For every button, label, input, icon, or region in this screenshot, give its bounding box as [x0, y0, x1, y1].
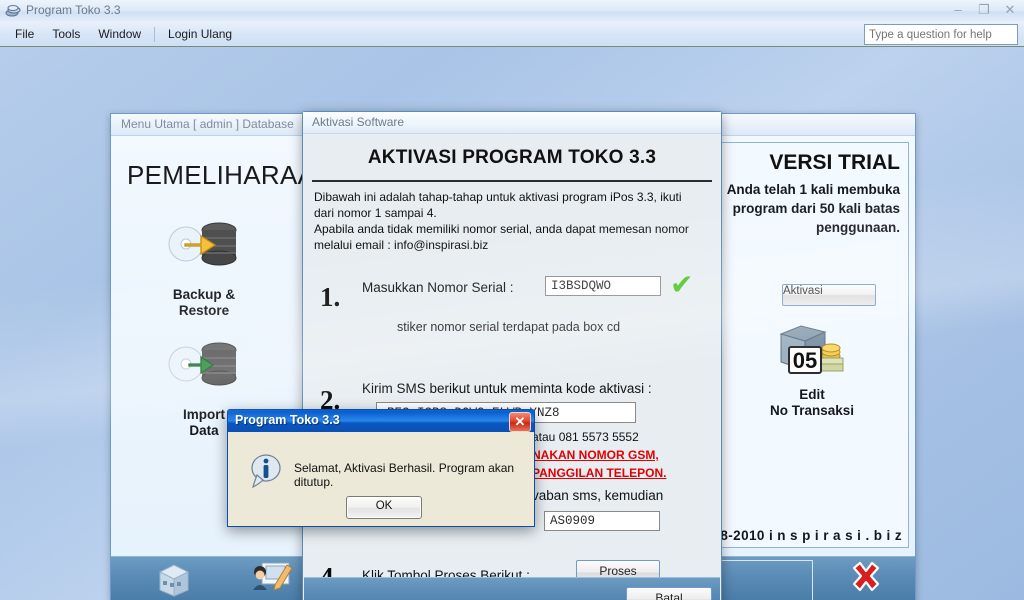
step-2-number: 2. — [320, 385, 341, 415]
data-icon — [746, 586, 788, 600]
trial-title: VERSI TRIAL — [769, 151, 900, 174]
info-icon — [249, 453, 283, 492]
edit-label-2: No Transaksi — [769, 403, 855, 418]
help-question-box[interactable]: ▼ — [864, 24, 1024, 45]
intro-line-2: dari nomor 1 sampai 4. — [314, 206, 437, 220]
step-1-label: Masukkan Nomor Serial : — [362, 280, 514, 295]
aktivasi-button[interactable]: Aktivasi — [782, 284, 876, 306]
menu-file[interactable]: File — [6, 24, 43, 44]
step-2-label: Kirim SMS berikut untuk meminta kode akt… — [362, 381, 652, 396]
edit-no-transaksi-icon: 05 — [771, 325, 853, 383]
menu-separator — [154, 26, 156, 42]
activation-code-input[interactable]: AS0909 — [544, 511, 660, 531]
message-box: Program Toko 3.3 ✕ Selamat, Aktivasi Ber… — [227, 409, 535, 527]
aktivasi-dialog-footer: Batal — [304, 577, 720, 600]
intro-line-1: Dibawah ini adalah tahap-tahap untuk akt… — [314, 190, 682, 204]
import-data-label-1: Import — [183, 407, 225, 422]
close-icon[interactable]: ✕ — [509, 412, 531, 432]
program-icon — [5, 3, 21, 19]
backup-restore-icon — [161, 222, 247, 281]
application-title: Program Toko 3.3 — [26, 3, 121, 17]
step-1-hint: stiker nomor serial terdapat pada box cd — [397, 320, 621, 334]
sms-code-field: REG I3BS.DQWO.ELWB.YNZ8 — [376, 402, 636, 423]
application-titlebar: Program Toko 3.3 – ❐ ✕ — [0, 0, 1024, 23]
building-icon — [153, 564, 195, 600]
backup-restore-label-2: Restore — [178, 303, 230, 318]
close-x-icon — [843, 561, 889, 600]
menu-window[interactable]: Window — [89, 24, 150, 44]
import-data-button[interactable]: Import Data — [129, 336, 279, 439]
mdi-client-area: Menu Utama [ admin ] Database PEMELIHARA… — [0, 46, 1024, 600]
close-icon[interactable]: ✕ — [1002, 2, 1018, 18]
help-search-input[interactable] — [865, 26, 1024, 43]
message-box-titlebar: Program Toko 3.3 ✕ — [228, 410, 534, 432]
phone-number-tail: atau 081 5573 5552 — [532, 430, 639, 444]
green-check-icon: ✔ — [670, 268, 694, 301]
step-3-label-tail: vaban sms, kemudian — [532, 488, 664, 503]
aktivasi-dialog-title: Aktivasi Software — [312, 115, 405, 129]
menu-login-ulang[interactable]: Login Ulang — [159, 24, 241, 44]
ok-button[interactable]: OK — [346, 496, 422, 519]
backup-restore-label-1: Backup & — [172, 287, 236, 302]
window-controls: – ❐ ✕ — [950, 2, 1018, 18]
warning-line-1: NAKAN NOMOR GSM, — [532, 448, 659, 462]
badge-number-text: 05 — [793, 348, 817, 373]
message-box-title: Program Toko 3.3 — [235, 413, 340, 427]
aktivasi-heading: AKTIVASI PROGRAM TOKO 3.3 — [367, 147, 657, 168]
edit-label-1: Edit — [799, 387, 825, 402]
step-1-number: 1. — [320, 282, 341, 312]
nav-utama[interactable]: Utama — [129, 560, 219, 600]
import-data-label-2: Data — [189, 423, 219, 438]
trial-footer: 8-2010 i n s p i r a s i . b i z — [720, 528, 902, 543]
edit-no-transaksi-button[interactable]: 05 Edit No Transaksi — [716, 318, 908, 419]
trial-description: Anda telah 1 kali membuka program dari 5… — [726, 182, 900, 235]
message-box-text: Selamat, Aktivasi Berhasil. Program akan… — [294, 461, 515, 489]
menu-tools[interactable]: Tools — [43, 24, 89, 44]
intro-line-3: Apabila anda tidak memiliki nomor serial… — [314, 222, 689, 236]
nav-keluar[interactable]: Keluar — [821, 560, 911, 600]
nav-data[interactable]: Data — [721, 560, 813, 600]
master-data-icon — [248, 562, 294, 600]
minimize-icon[interactable]: – — [950, 2, 966, 18]
serial-number-input[interactable]: I3BSDQWO — [545, 276, 661, 296]
trial-panel: VERSI TRIAL Anda telah 1 kali membuka pr… — [715, 142, 909, 548]
menubar: File Tools Window Login Ulang ▼ — [0, 22, 1024, 47]
backup-restore-button[interactable]: Backup & Restore — [129, 216, 279, 319]
maximize-icon[interactable]: ❐ — [976, 2, 992, 18]
batal-button[interactable]: Batal — [626, 587, 712, 600]
import-data-icon — [161, 342, 247, 401]
intro-line-4: melalui email : info@inspirasi.biz — [314, 238, 489, 252]
aktivasi-dialog-titlebar: Aktivasi Software — [303, 112, 721, 134]
application-window: Program Toko 3.3 – ❐ ✕ File Tools Window… — [0, 0, 1024, 600]
warning-line-2: PANGGILAN TELEPON. — [532, 466, 667, 480]
message-box-body: Selamat, Aktivasi Berhasil. Program akan… — [229, 433, 533, 526]
